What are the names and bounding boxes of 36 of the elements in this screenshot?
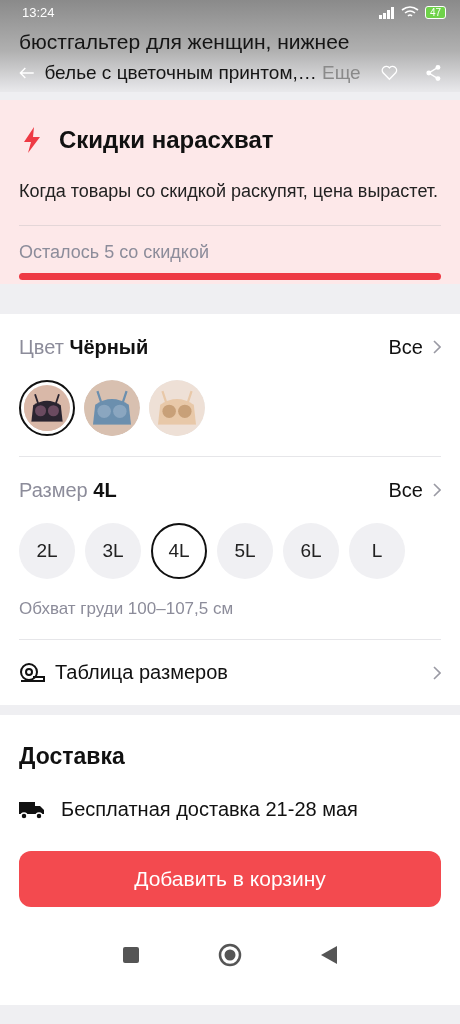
all-sizes-link[interactable]: Все (388, 478, 441, 502)
color-swatch[interactable] (19, 380, 75, 436)
size-hint: Обхват груди 100–107,5 см (19, 599, 235, 620)
size-option[interactable]: 4L (151, 523, 207, 579)
all-colors-link[interactable]: Все (388, 335, 441, 359)
product-title: бюстгальтер для женщин, нижнее (19, 29, 350, 55)
home-icon[interactable] (218, 943, 242, 967)
size-option[interactable]: 2L (19, 523, 75, 579)
product-title: белье с цветочным принтом,… Еще (44, 61, 361, 85)
signal-icon (378, 6, 395, 19)
status-time: 13:24 (22, 5, 55, 20)
color-swatch[interactable] (149, 380, 205, 436)
lightning-icon (23, 127, 41, 153)
wifi-icon (400, 6, 419, 19)
size-option[interactable]: 3L (85, 523, 141, 579)
truck-icon (19, 799, 45, 820)
recents-icon[interactable] (122, 946, 140, 964)
color-swatch[interactable] (84, 380, 140, 436)
delivery-title: Доставка (19, 742, 126, 771)
chevron-icon (433, 483, 441, 497)
sale-title: Скидки нарасхват (59, 126, 274, 154)
size-label: Размер 4L (19, 478, 117, 502)
add-to-cart-button[interactable]: Добавить в корзину (19, 851, 441, 907)
back-icon[interactable] (320, 945, 338, 965)
size-option[interactable]: 6L (283, 523, 339, 579)
remaining-text: Осталось 5 со скидкой (19, 241, 210, 264)
battery-indicator: 47 (424, 6, 446, 19)
size-option[interactable]: 5L (217, 523, 273, 579)
size-option[interactable]: L (349, 523, 405, 579)
chevron-icon (433, 340, 441, 354)
size-chart-row[interactable]: Таблица размеров (19, 640, 441, 705)
sale-description: Когда товары со скидкой раскупят, цена вырастет. (19, 180, 440, 203)
color-label: Цвет Чёрный (19, 335, 149, 359)
delivery-text: Бесплатная доставка 21-28 мая (61, 798, 358, 821)
chevron-icon (433, 665, 441, 680)
tape-measure-icon (19, 662, 45, 683)
